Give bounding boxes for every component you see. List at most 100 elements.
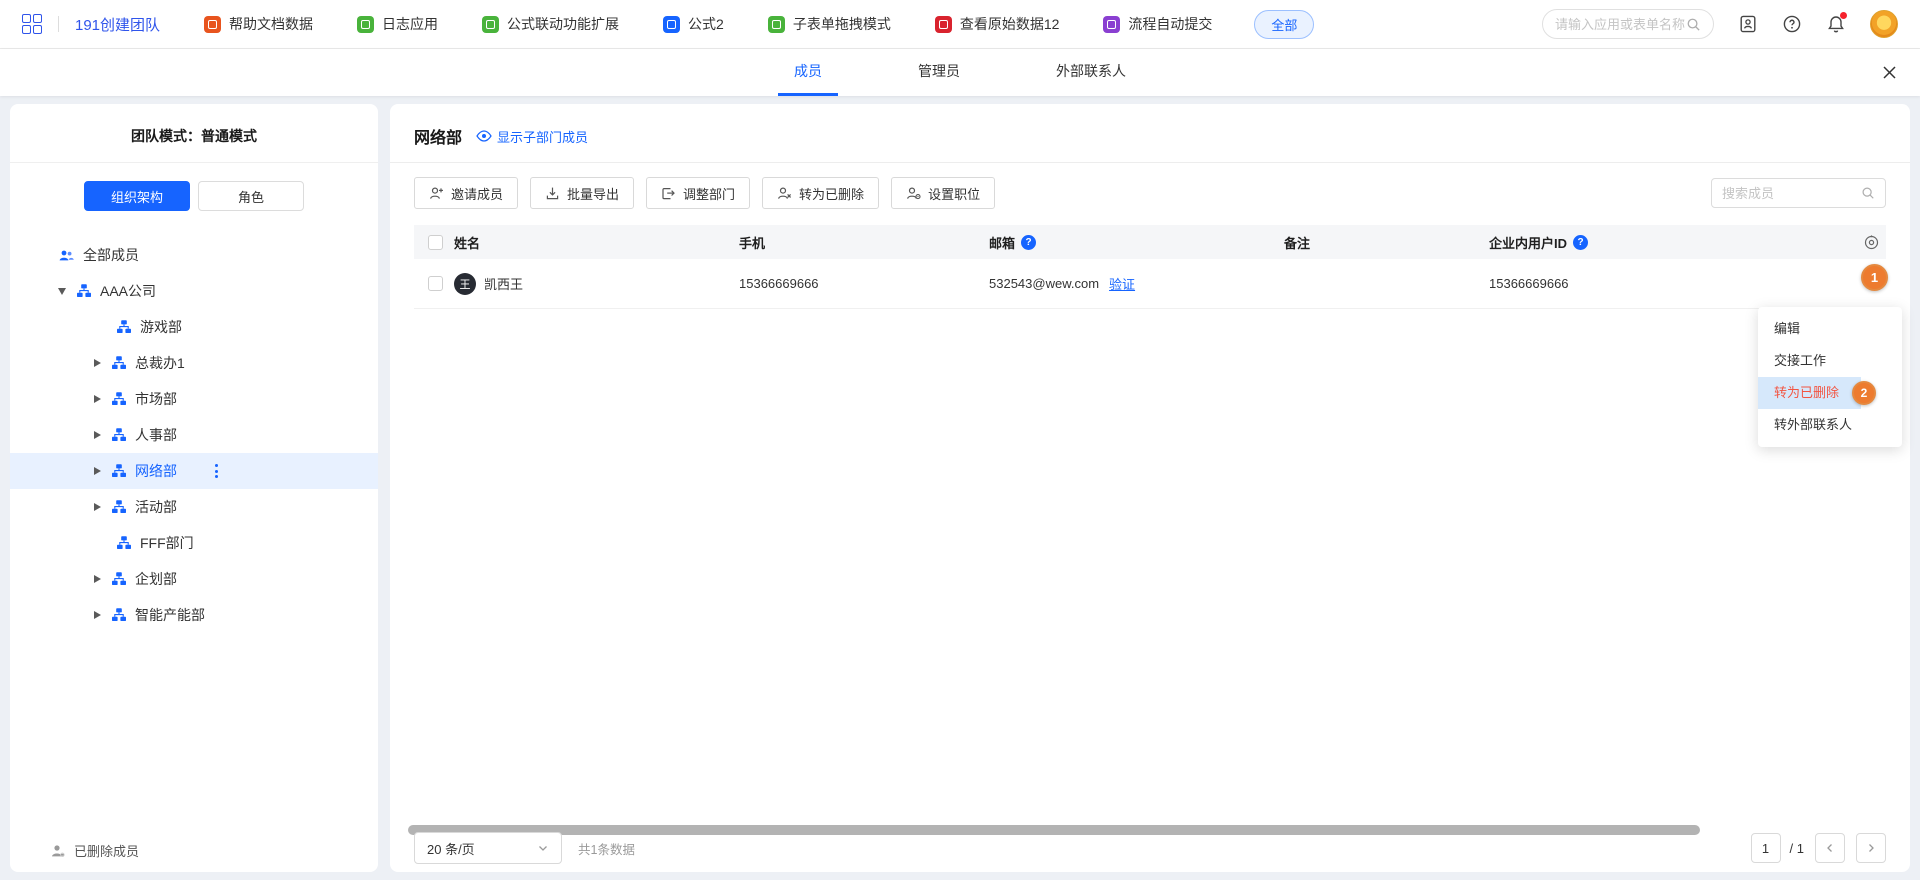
caret-right-icon[interactable]	[94, 611, 101, 619]
department-icon	[76, 283, 92, 299]
deleted-members-link[interactable]: 已删除成员	[50, 841, 139, 860]
app-tab-log-app[interactable]: 日志应用	[357, 14, 438, 34]
invite-member-button[interactable]: 邀请成员	[414, 177, 518, 209]
address-book-icon[interactable]	[1738, 14, 1758, 34]
tree-item-all-members[interactable]: 全部成员	[10, 237, 378, 273]
caret-right-icon[interactable]	[94, 359, 101, 367]
person-gear-icon	[906, 186, 921, 201]
org-structure-button[interactable]: 组织架构	[84, 181, 190, 211]
tree-item-network-dept-selected[interactable]: 网络部	[10, 453, 378, 489]
menu-item-handover[interactable]: 交接工作	[1758, 345, 1902, 377]
tree-item-activity-dept[interactable]: 活动部	[10, 489, 378, 525]
tree-item-game-dept[interactable]: 游戏部	[10, 309, 378, 345]
topbar-search-input[interactable]	[1555, 17, 1686, 32]
app-tab-label: 公式联动功能扩展	[507, 14, 619, 34]
app-tab-label: 子表单拖拽模式	[793, 14, 891, 34]
tree-item-hr-dept[interactable]: 人事部	[10, 417, 378, 453]
tree-item-label: 游戏部	[140, 317, 182, 337]
tree-item-planning-dept[interactable]: 企划部	[10, 561, 378, 597]
chevron-down-icon	[537, 842, 549, 854]
adjust-department-button[interactable]: 调整部门	[646, 177, 750, 209]
app-grid-icon[interactable]	[22, 14, 42, 34]
next-page-button[interactable]	[1856, 833, 1886, 863]
topbar-search[interactable]	[1542, 9, 1714, 39]
tab-external-contacts[interactable]: 外部联系人	[1040, 49, 1142, 96]
table-row[interactable]: 王 凯西王 15366669666 532543@wew.com 验证 1536…	[414, 259, 1886, 309]
caret-right-icon[interactable]	[94, 395, 101, 403]
caret-right-icon[interactable]	[94, 575, 101, 583]
caret-down-icon[interactable]	[58, 288, 66, 295]
tree-item-label: 活动部	[135, 497, 177, 517]
table-footer: 20 条/页 共1条数据 1 / 1	[414, 830, 1886, 866]
topbar-divider	[58, 16, 59, 32]
button-label: 设置职位	[928, 184, 980, 203]
close-icon[interactable]	[1881, 64, 1898, 86]
department-icon	[111, 463, 127, 479]
app-tab-label: 日志应用	[382, 14, 438, 34]
app-tab-raw-data[interactable]: 查看原始数据12	[935, 14, 1060, 34]
row-context-menu: 编辑 交接工作 转为已删除 转外部联系人 2	[1758, 307, 1902, 447]
search-icon	[1686, 17, 1701, 32]
more-actions-icon[interactable]	[215, 464, 218, 478]
chevron-right-icon	[1865, 842, 1877, 854]
team-name-link[interactable]: 191创建团队	[75, 14, 160, 35]
select-all-checkbox[interactable]	[428, 235, 443, 250]
caret-right-icon[interactable]	[94, 431, 101, 439]
search-icon	[1861, 186, 1875, 200]
column-settings-icon[interactable]	[1863, 234, 1880, 251]
app-tab-auto-submit[interactable]: 流程自动提交	[1103, 14, 1212, 34]
move-to-deleted-button[interactable]: 转为已删除	[762, 177, 879, 209]
help-icon[interactable]	[1782, 14, 1802, 34]
corp-id-help-icon[interactable]: ?	[1573, 235, 1588, 250]
deleted-members-label: 已删除成员	[74, 841, 139, 860]
button-label: 调整部门	[683, 184, 735, 203]
app-tab-formula2[interactable]: 公式2	[663, 14, 724, 34]
menu-item-edit[interactable]: 编辑	[1758, 313, 1902, 345]
row-checkbox[interactable]	[428, 276, 443, 291]
person-x-icon	[777, 186, 792, 201]
caret-right-icon[interactable]	[94, 467, 101, 475]
role-button[interactable]: 角色	[198, 181, 304, 211]
app-tab-subform-drag[interactable]: 子表单拖拽模式	[768, 14, 891, 34]
tree-item-aaa-company[interactable]: AAA公司	[10, 273, 378, 309]
page-number-input[interactable]: 1	[1751, 833, 1781, 863]
department-icon	[111, 571, 127, 587]
menu-item-to-external-contact[interactable]: 转外部联系人	[1758, 409, 1902, 441]
notification-bell-icon[interactable]	[1826, 14, 1846, 34]
set-position-button[interactable]: 设置职位	[891, 177, 995, 209]
show-sub-dept-link[interactable]: 显示子部门成员	[476, 127, 588, 146]
batch-export-button[interactable]: 批量导出	[530, 177, 634, 209]
department-icon	[111, 427, 127, 443]
menu-item-move-to-deleted[interactable]: 转为已删除	[1758, 377, 1902, 409]
all-apps-pill[interactable]: 全部	[1254, 10, 1314, 39]
verify-link[interactable]: 验证	[1109, 274, 1135, 293]
member-search[interactable]	[1711, 178, 1886, 208]
header-email: 邮箱 ?	[989, 233, 1284, 252]
department-icon	[116, 535, 132, 551]
app-tab-help-docs[interactable]: 帮助文档数据	[204, 14, 313, 34]
tree-item-ceo-office[interactable]: 总裁办1	[10, 345, 378, 381]
move-out-icon	[661, 186, 676, 201]
app-tab-formula-link[interactable]: 公式联动功能扩展	[482, 14, 619, 34]
tree-item-fff-dept[interactable]: FFF部门	[10, 525, 378, 561]
caret-right-icon[interactable]	[94, 503, 101, 511]
prev-page-button[interactable]	[1815, 833, 1845, 863]
member-email: 532543@wew.com	[989, 276, 1099, 291]
tree-item-label: 市场部	[135, 389, 177, 409]
user-avatar[interactable]	[1870, 10, 1898, 38]
tab-admins[interactable]: 管理员	[902, 49, 976, 96]
tree-item-market-dept[interactable]: 市场部	[10, 381, 378, 417]
download-icon	[545, 186, 560, 201]
header-phone: 手机	[739, 233, 989, 252]
notification-dot	[1840, 12, 1847, 19]
pagination: 1 / 1	[1751, 833, 1886, 863]
members-group-icon	[58, 247, 75, 264]
tab-members[interactable]: 成员	[778, 49, 838, 96]
topbar-right	[1542, 9, 1898, 39]
email-help-icon[interactable]: ?	[1021, 235, 1036, 250]
tree-item-smart-capacity-dept[interactable]: 智能产能部	[10, 597, 378, 633]
page-size-select[interactable]: 20 条/页	[414, 832, 562, 864]
member-corp-id: 15366669666	[1489, 276, 1799, 291]
department-title: 网络部	[414, 124, 462, 148]
member-search-input[interactable]	[1722, 186, 1861, 201]
